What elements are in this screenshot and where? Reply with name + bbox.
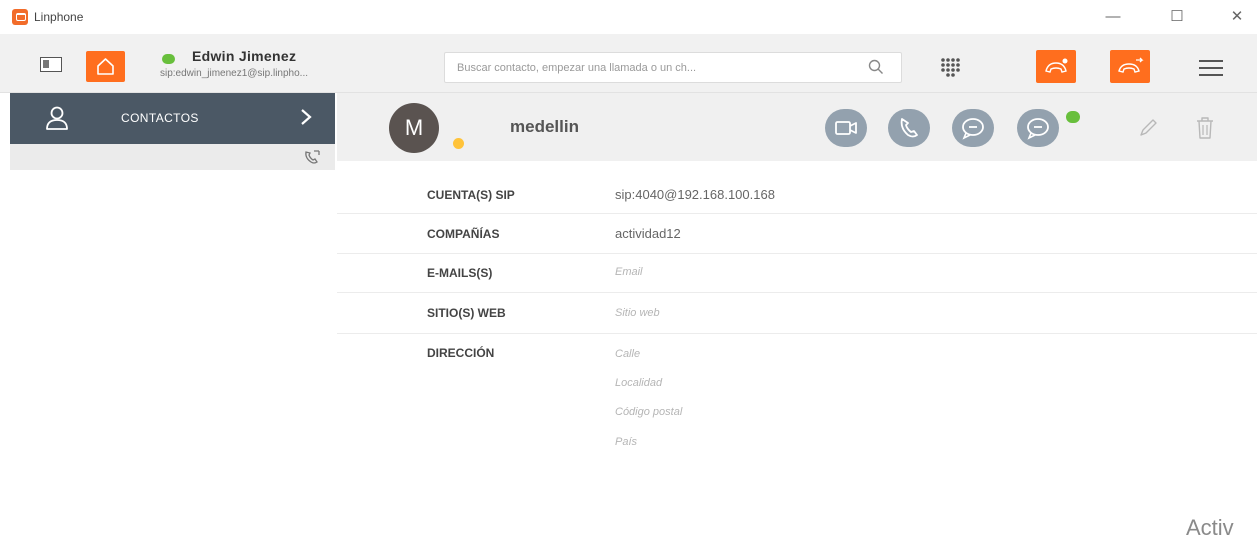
new-conference-button[interactable]: [1036, 50, 1076, 83]
sidebar-item-contacts[interactable]: CONTACTOS: [10, 93, 335, 144]
chevron-right-icon: [301, 109, 312, 125]
contact-status-icon: [453, 138, 464, 149]
search-bar[interactable]: Buscar contacto, empezar una llamada o u…: [444, 52, 902, 83]
account-sip-address: sip:edwin_jimenez1@sip.linpho...: [160, 68, 309, 79]
home-button[interactable]: [86, 51, 125, 82]
address-section: DIRECCIÓN Calle Localidad Código postal …: [337, 334, 1257, 464]
call-history-icon[interactable]: [303, 149, 321, 165]
websites-label: SITIO(S) WEB: [427, 306, 506, 320]
minimize-button[interactable]: —: [1098, 6, 1128, 28]
phone-icon: [900, 118, 918, 138]
contact-header: [337, 93, 1257, 161]
encryption-badge-icon: [1066, 111, 1080, 123]
call-transfer-button[interactable]: [1110, 50, 1150, 83]
conference-icon: [1045, 58, 1068, 73]
sidebar-toggle-icon[interactable]: [40, 57, 62, 72]
chat-button[interactable]: [952, 109, 994, 147]
company-value: actividad12: [615, 226, 681, 241]
video-camera-icon: [835, 121, 857, 135]
search-icon[interactable]: [867, 58, 885, 76]
companies-row: COMPAÑÍAS actividad12: [337, 214, 1257, 254]
contact-person-icon: [46, 106, 68, 130]
chat-bubble-icon: [962, 118, 984, 140]
close-button[interactable]: ✕: [1222, 6, 1252, 28]
sidebar-item-label: CONTACTOS: [121, 111, 199, 125]
sip-address-value: sip:4040@192.168.100.168: [615, 187, 775, 202]
window-title: Linphone: [34, 10, 84, 24]
edit-pencil-icon[interactable]: [1136, 116, 1160, 140]
email-field[interactable]: Email: [615, 266, 643, 278]
companies-label: COMPAÑÍAS: [427, 227, 500, 241]
sip-accounts-label: CUENTA(S) SIP: [427, 188, 515, 202]
secure-chat-button[interactable]: [1017, 109, 1059, 147]
website-field[interactable]: Sitio web: [615, 307, 660, 319]
country-field[interactable]: País: [615, 436, 637, 448]
search-input[interactable]: Buscar contacto, empezar una llamada o u…: [457, 62, 847, 74]
dialpad-icon[interactable]: [938, 56, 964, 78]
trash-icon[interactable]: [1193, 115, 1217, 141]
address-label: DIRECCIÓN: [427, 346, 495, 360]
account-name[interactable]: Edwin Jimenez: [192, 48, 296, 64]
presence-status-icon: [162, 54, 175, 64]
sidebar-subrow: [10, 144, 335, 170]
emails-row: E-MAILS(S) Email: [337, 254, 1257, 293]
maximize-button[interactable]: ☐: [1162, 6, 1192, 28]
websites-row: SITIO(S) WEB Sitio web: [337, 293, 1257, 334]
title-bar: Linphone — ☐ ✕: [0, 0, 1257, 34]
locality-field[interactable]: Localidad: [615, 377, 662, 389]
sip-accounts-row: CUENTA(S) SIP sip:4040@192.168.100.168: [337, 175, 1257, 214]
avatar: M: [389, 103, 439, 153]
postal-code-field[interactable]: Código postal: [615, 406, 682, 418]
hamburger-menu-icon[interactable]: [1196, 57, 1226, 79]
secure-chat-icon: [1027, 118, 1049, 140]
linphone-logo-icon: [12, 9, 28, 25]
street-field[interactable]: Calle: [615, 348, 640, 360]
home-icon: [97, 58, 114, 75]
phones-icon: [1118, 57, 1144, 73]
emails-label: E-MAILS(S): [427, 266, 493, 280]
video-call-button[interactable]: [825, 109, 867, 147]
contact-name: medellin: [510, 117, 579, 136]
call-button[interactable]: [888, 109, 930, 147]
activation-watermark: Activ: [1186, 515, 1234, 540]
